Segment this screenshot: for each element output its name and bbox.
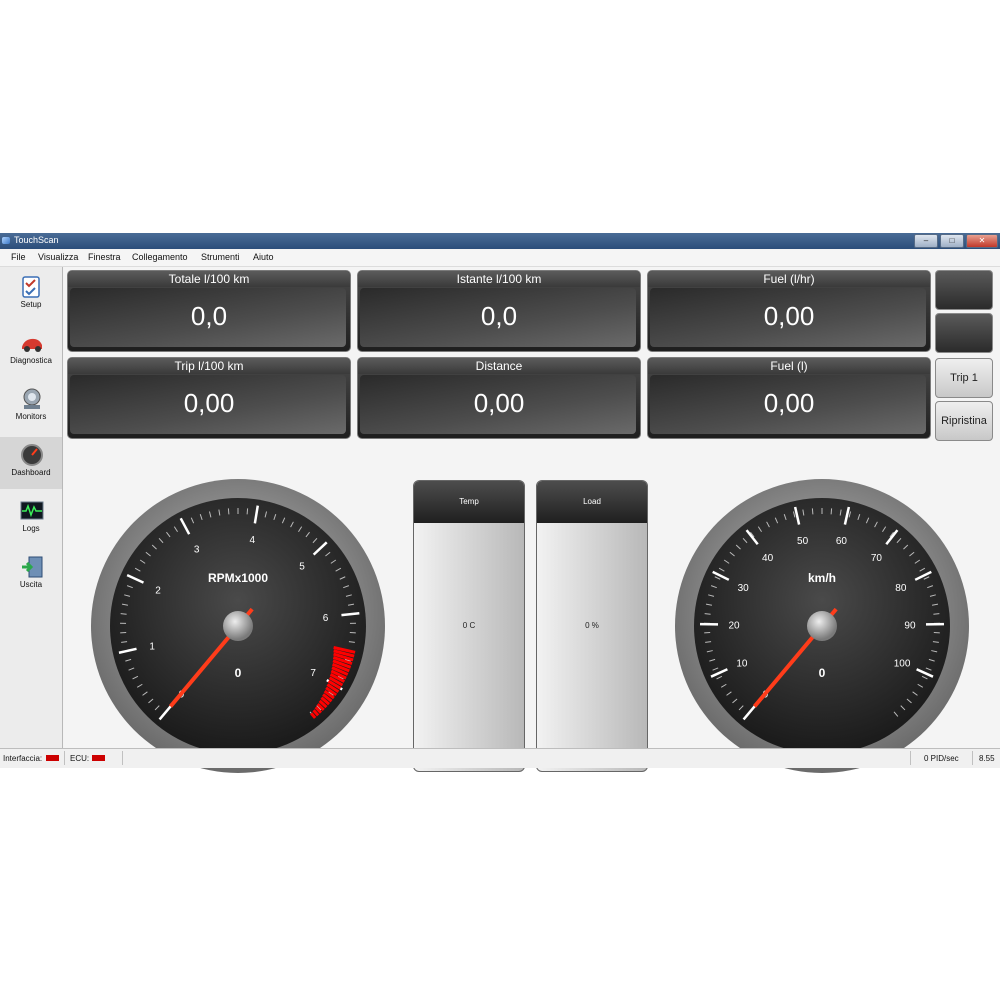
gauge-tick-label: 20: [728, 621, 740, 632]
sidebar: Setup Diagnostica Monitors Dashboard Log…: [0, 267, 63, 748]
sidebar-item-label: Dashboard: [11, 468, 51, 477]
graph-icon: [20, 501, 44, 520]
gauge-tick-label: 7: [310, 668, 316, 679]
gauge-tick-label: 100: [894, 659, 911, 670]
tile-value: 0,00: [763, 388, 815, 418]
bar-value: 0 %: [585, 621, 599, 630]
app-window: TouchScan – □ ✕ File Visualizza Finestra…: [0, 233, 1000, 773]
tile-value: 0,0: [480, 301, 518, 331]
tile-label: Totale l/100 km: [68, 271, 350, 287]
app-icon: [2, 237, 10, 244]
tile-value: 0,0: [190, 301, 228, 331]
speed-gauge: 0102030405060708090100 km/h 0: [675, 479, 969, 773]
gauge-unit: km/h: [808, 571, 836, 585]
menu-bar: File Visualizza Finestra Collegamento St…: [0, 250, 1000, 267]
sidebar-item-label: Diagnostica: [10, 356, 52, 365]
tile-label: Istante l/100 km: [358, 271, 640, 287]
gauge-minor-tick: [120, 613, 127, 615]
tile-value: 0,00: [763, 301, 815, 331]
gauge-value: 0: [235, 666, 242, 680]
menu-file[interactable]: File: [11, 252, 26, 262]
exit-icon: [22, 556, 43, 578]
sidebar-item-logs[interactable]: Logs: [0, 493, 62, 545]
minimize-button[interactable]: –: [914, 234, 938, 248]
setup-icon: [22, 276, 40, 298]
reset-button[interactable]: Ripristina: [935, 401, 993, 441]
sidebar-item-label: Uscita: [19, 580, 43, 589]
menu-aiuto[interactable]: Aiuto: [253, 252, 274, 262]
bar-value: 0 C: [462, 621, 476, 630]
menu-collegamento[interactable]: Collegamento: [132, 252, 188, 262]
rpm-gauge: 01234567 RPMx1000 0: [91, 479, 385, 773]
status-bar: Interfaccia: ECU: 0 PID/sec 8.55: [0, 748, 1000, 768]
gauge-tick-label: 30: [738, 583, 750, 594]
interface-status-led: [46, 755, 59, 761]
close-button[interactable]: ✕: [966, 234, 998, 248]
blank-button-1[interactable]: [935, 270, 993, 310]
blank-button-2[interactable]: [935, 313, 993, 353]
gauge-tick-label: 80: [895, 583, 907, 594]
ecu-status-led: [92, 755, 105, 761]
temp-bar-gauge: Temp 0 C: [413, 480, 525, 772]
bar-label: Temp: [414, 481, 524, 523]
gauge-value: 0: [819, 666, 826, 680]
menu-strumenti[interactable]: Strumenti: [201, 252, 240, 262]
gauge-hub: [223, 611, 253, 641]
tile-value: 0,00: [183, 388, 235, 418]
gauge-tick-label: 50: [797, 536, 809, 547]
ecu-label: ECU:: [70, 754, 90, 763]
tile-distance: Distance 0,00: [357, 357, 641, 439]
speedometer-icon: [21, 444, 43, 466]
monitor-icon: [23, 388, 41, 409]
window-title: TouchScan: [14, 235, 59, 245]
gauge-tick-label: 4: [249, 535, 255, 546]
gauge-tick-label: 6: [323, 613, 329, 624]
gauge-tick-label: 40: [762, 553, 774, 564]
sidebar-item-diagnostica[interactable]: Diagnostica: [0, 325, 62, 377]
tile-label: Trip l/100 km: [68, 358, 350, 374]
gauge-tick-label: 70: [871, 553, 883, 564]
gauge-minor-tick: [933, 613, 940, 615]
gauge-unit: RPMx1000: [208, 571, 268, 585]
dashboard-panel: Totale l/100 km 0,0 Istante l/100 km 0,0…: [64, 267, 1000, 773]
sidebar-item-monitors[interactable]: Monitors: [0, 381, 62, 433]
pid-rate: 0 PID/sec: [924, 754, 959, 763]
gauge-tick-label: 3: [194, 544, 200, 555]
gauge-tick-label: 90: [904, 621, 916, 632]
load-bar-gauge: Load 0 %: [536, 480, 648, 772]
sidebar-item-label: Monitors: [15, 412, 47, 421]
sidebar-item-label: Setup: [20, 300, 42, 309]
sidebar-item-setup[interactable]: Setup: [0, 269, 62, 321]
sidebar-item-label: Logs: [22, 524, 40, 533]
tile-label: Fuel (l/hr): [648, 271, 930, 287]
menu-visualizza[interactable]: Visualizza: [38, 252, 78, 262]
title-bar: TouchScan – □ ✕: [0, 233, 1000, 249]
maximize-button[interactable]: □: [940, 234, 964, 248]
tile-trip: Trip l/100 km 0,00: [67, 357, 351, 439]
sidebar-item-uscita[interactable]: Uscita: [0, 549, 62, 601]
gauge-tick-label: 60: [836, 536, 848, 547]
app-version: 8.55: [979, 754, 995, 763]
sidebar-item-dashboard[interactable]: Dashboard: [0, 437, 62, 489]
tile-totale: Totale l/100 km 0,0: [67, 270, 351, 352]
gauge-tick-label: 2: [155, 585, 161, 596]
gauge-hub: [807, 611, 837, 641]
tile-label: Fuel (l): [648, 358, 930, 374]
menu-finestra[interactable]: Finestra: [88, 252, 121, 262]
bar-label: Load: [537, 481, 647, 523]
interface-label: Interfaccia:: [3, 754, 43, 763]
gauge-tick-label: 5: [299, 562, 305, 573]
tile-istante: Istante l/100 km 0,0: [357, 270, 641, 352]
gauge-tick-label: 10: [736, 659, 748, 670]
tile-value: 0,00: [473, 388, 525, 418]
gauge-minor-tick: [704, 613, 711, 615]
tile-fuel: Fuel (l) 0,00: [647, 357, 931, 439]
trip-button[interactable]: Trip 1: [935, 358, 993, 398]
gauge-tick-label: 1: [149, 641, 155, 652]
tile-fuel-rate: Fuel (l/hr) 0,00: [647, 270, 931, 352]
tile-label: Distance: [358, 358, 640, 374]
car-icon: [22, 338, 42, 352]
